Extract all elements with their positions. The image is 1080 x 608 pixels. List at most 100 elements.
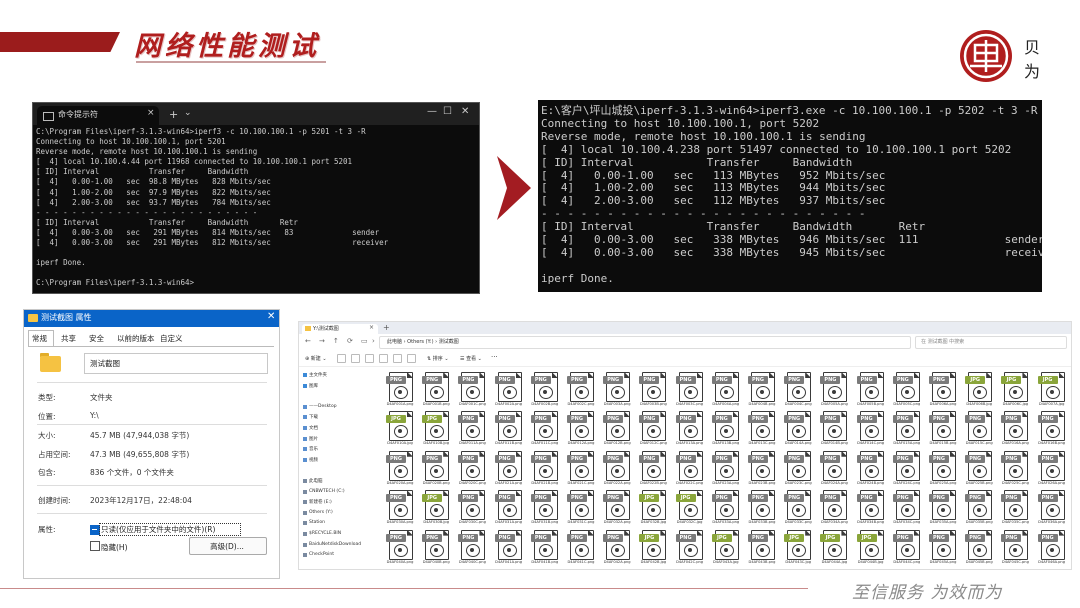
tab-sharing[interactable]: 共享 <box>61 333 76 344</box>
file-item[interactable]: PNGD4AF036B.png <box>1071 489 1072 527</box>
file-item[interactable]: PNG D4AF023C.png <box>781 450 815 488</box>
new-tab-button[interactable]: + <box>169 108 178 121</box>
file-item[interactable]: PNG D4AF020B.png <box>419 450 453 488</box>
file-item[interactable]: JPGD4AF007B.jpg <box>1071 371 1072 409</box>
file-item[interactable]: PNG D4AF020C.png <box>455 450 489 488</box>
terminal-window-left[interactable]: 命令提示符 × + ⌄ — ☐ ✕ C:\Program Files\iperf… <box>32 102 480 294</box>
tab-general[interactable]: 常规 <box>32 333 47 344</box>
file-item[interactable]: PNGD4AF016C.png <box>1071 410 1072 448</box>
file-item[interactable]: PNG D4AF014B.png <box>817 410 851 448</box>
sidebar-item[interactable]: 视频 <box>309 457 318 463</box>
sidebar-item[interactable]: 新建卷 (E:) <box>309 499 332 505</box>
sort-button[interactable]: ⇅ 排序 ⌄ <box>427 355 449 362</box>
file-item[interactable]: PNG D4AF021B.png <box>528 450 562 488</box>
sidebar-item[interactable]: 此电脑 <box>309 478 323 484</box>
file-item[interactable]: PNG D4AF016A.png <box>998 410 1032 448</box>
back-button[interactable]: ← <box>305 337 311 345</box>
chevron-down-icon[interactable]: ⌄ <box>184 108 192 118</box>
file-item[interactable]: PNG D4AF026A.png <box>1035 450 1069 488</box>
file-item[interactable]: PNG D4AF005A.png <box>817 371 851 409</box>
sidebar-item[interactable]: CheckPoint <box>309 552 334 557</box>
file-item[interactable]: PNG D4AF036A.png <box>1035 489 1069 527</box>
tab-customize[interactable]: 自定义 <box>160 333 183 344</box>
file-item[interactable]: PNG D4AF014A.png <box>781 410 815 448</box>
sidebar-item[interactable]: 主文件夹 <box>309 372 327 378</box>
file-item[interactable]: PNG D4AF015A.png <box>890 410 924 448</box>
file-item[interactable]: JPGD4AF026B.jpg <box>1071 450 1072 488</box>
hidden-checkbox[interactable] <box>90 541 100 551</box>
file-item[interactable]: PNG D4AF042C.png <box>673 529 707 567</box>
file-item[interactable]: PNG D4AF024A.png <box>817 450 851 488</box>
file-item[interactable]: PNG D4AF032A.png <box>600 489 634 527</box>
file-item[interactable]: PNG D4AF004C.png <box>781 371 815 409</box>
file-item[interactable]: JPG D4AF044A.jpg <box>817 529 851 567</box>
file-item[interactable]: PNG D4AF004A.png <box>709 371 743 409</box>
file-item[interactable]: PNG D4AF006A.png <box>926 371 960 409</box>
file-item[interactable]: PNG D4AF041C.png <box>564 529 598 567</box>
file-item[interactable]: PNG D4AF042A.png <box>600 529 634 567</box>
sidebar-item[interactable]: 图片 <box>309 436 318 442</box>
file-item[interactable]: JPG D4AF043C.jpg <box>781 529 815 567</box>
file-item[interactable]: PNG D4AF015B.png <box>926 410 960 448</box>
file-item[interactable]: PNG D4AF023A.png <box>709 450 743 488</box>
file-item[interactable]: PNG D4AF043B.png <box>745 529 779 567</box>
file-item[interactable]: PNG D4AF024B.png <box>854 450 888 488</box>
file-item[interactable]: PNG D4AF045B.png <box>962 529 996 567</box>
sidebar-item[interactable]: $RECYCLE.BIN <box>309 531 341 536</box>
file-item[interactable]: PNG D4AF011C.png <box>528 410 562 448</box>
file-item[interactable]: PNG D4AF022A.png <box>600 450 634 488</box>
sidebar-item[interactable]: 文档 <box>309 425 318 431</box>
file-item[interactable]: PNG D4AF035C.png <box>998 489 1032 527</box>
file-item[interactable]: PNG D4AF012C.png <box>636 410 670 448</box>
file-item[interactable]: PNG D4AF033C.png <box>781 489 815 527</box>
file-item[interactable]: PNG D4AF035B.png <box>962 489 996 527</box>
up-button[interactable]: ↑ <box>333 337 339 345</box>
file-item[interactable]: PNG D4AF013C.png <box>745 410 779 448</box>
file-item[interactable]: JPG D4AF007A.jpg <box>1035 371 1069 409</box>
file-item[interactable]: JPG D4AF010A.jpg <box>383 410 417 448</box>
new-tab-button[interactable]: + <box>383 323 390 332</box>
file-item[interactable]: PNG D4AF022B.png <box>636 450 670 488</box>
paste-icon[interactable] <box>365 354 374 363</box>
file-item[interactable]: PNG D4AF046A.png <box>1035 529 1069 567</box>
close-icon[interactable]: ✕ <box>267 311 275 322</box>
share-icon[interactable] <box>393 354 402 363</box>
file-item[interactable]: PNG D4AF031C.png <box>564 489 598 527</box>
file-item[interactable]: PNG D4AF002A.png <box>492 371 526 409</box>
sidebar-item[interactable]: BaiduNetdiskDownload <box>309 542 361 547</box>
file-item[interactable]: PNG D4AF035A.png <box>926 489 960 527</box>
file-item[interactable]: JPG D4AF006C.jpg <box>998 371 1032 409</box>
file-item[interactable]: PNG D4AF045C.png <box>998 529 1032 567</box>
hidden-label[interactable]: 隐藏(H) <box>101 542 128 553</box>
file-item[interactable]: PNG D4AF030A.png <box>383 489 417 527</box>
file-item[interactable]: PNG D4AF044C.png <box>890 529 924 567</box>
file-item[interactable]: PNG D4AF001A.png <box>383 371 417 409</box>
file-item[interactable]: PNG D4AF034B.png <box>854 489 888 527</box>
file-item[interactable]: PNG D4AF011B.png <box>492 410 526 448</box>
close-icon[interactable]: × <box>147 108 155 118</box>
sidebar-item[interactable]: 下载 <box>309 414 318 420</box>
file-item[interactable]: PNG D4AF033B.png <box>745 489 779 527</box>
file-item[interactable]: PNG D4AF013B.png <box>709 410 743 448</box>
file-item[interactable]: PNG D4AF012B.png <box>600 410 634 448</box>
file-item[interactable]: PNG D4AF034C.png <box>890 489 924 527</box>
file-item[interactable]: PNG D4AF040B.png <box>419 529 453 567</box>
file-item[interactable]: PNG D4AF024C.png <box>890 450 924 488</box>
file-item[interactable]: PNG D4AF003B.png <box>636 371 670 409</box>
file-item[interactable]: PNG D4AF012A.png <box>564 410 598 448</box>
more-button[interactable]: ··· <box>491 353 498 361</box>
file-item[interactable]: PNG D4AF045A.png <box>926 529 960 567</box>
sidebar-item[interactable]: 音乐 <box>309 446 318 452</box>
file-item[interactable]: PNG D4AF004B.png <box>745 371 779 409</box>
tab-previous-versions[interactable]: 以前的版本 <box>117 333 155 344</box>
file-item[interactable]: PNG D4AF021A.png <box>492 450 526 488</box>
file-item[interactable]: JPG D4AF032B.jpg <box>636 489 670 527</box>
file-item[interactable]: PNG D4AF023B.png <box>745 450 779 488</box>
file-item[interactable]: PNG D4AF030C.png <box>455 489 489 527</box>
file-item[interactable]: PNG D4AF033A.png <box>709 489 743 527</box>
sidebar-item[interactable]: CNBWTECH (C:) <box>309 489 345 494</box>
file-item[interactable]: JPG D4AF042B.jpg <box>636 529 670 567</box>
file-item[interactable]: PNG D4AF031A.png <box>492 489 526 527</box>
file-item[interactable]: PNG D4AF002C.png <box>564 371 598 409</box>
cut-icon[interactable] <box>337 354 346 363</box>
